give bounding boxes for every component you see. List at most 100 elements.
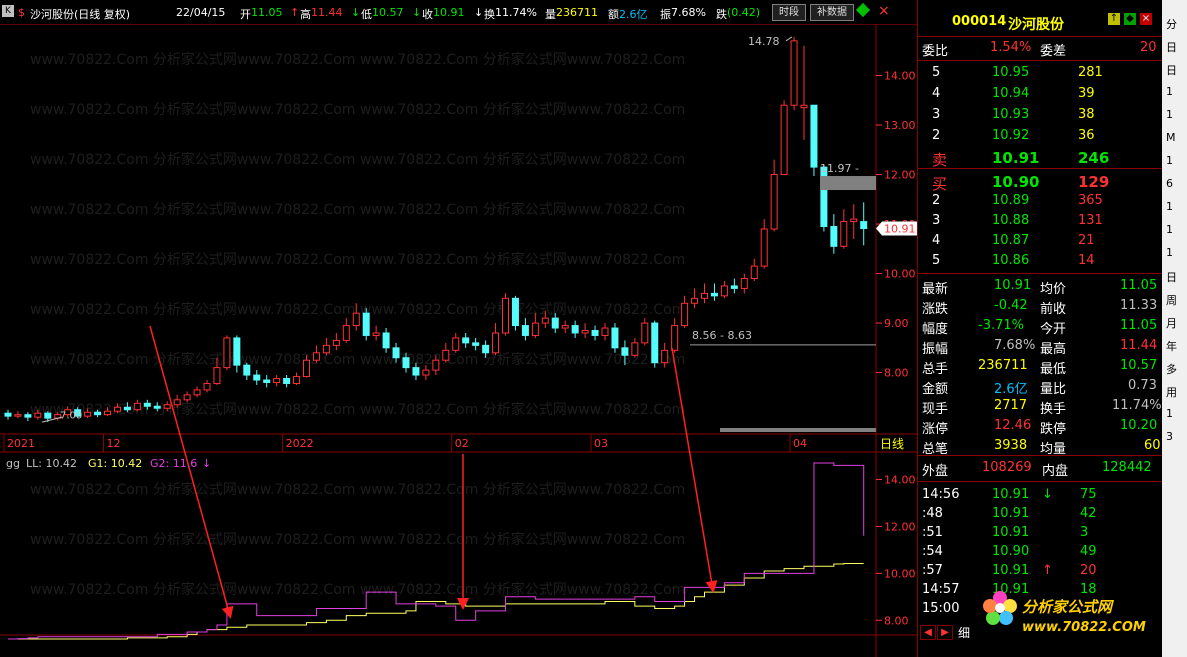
side-tab[interactable]: 多 — [1166, 361, 1177, 377]
kline-chart[interactable]: www.70822.Com 分析家公式网www.70822.Com www.70… — [0, 24, 917, 657]
candle-body — [551, 317, 559, 329]
logo-text: 分析家公式网 — [1022, 598, 1113, 616]
time-period-button[interactable]: 时段 — [772, 4, 806, 21]
side-tab[interactable]: 用 — [1166, 384, 1177, 400]
price-tick-label: 8.00 — [884, 367, 909, 380]
close-box-icon[interactable]: × — [1140, 13, 1152, 25]
candle-body — [750, 265, 758, 280]
stat-value: 10.91 — [994, 278, 1032, 293]
candle-body — [243, 364, 251, 376]
ask-level: 2 — [932, 128, 941, 143]
close-value: 10.91 — [433, 6, 465, 19]
weibi-row: 委比 1.54% 委差 20 — [918, 38, 1163, 59]
candle-body — [183, 394, 191, 401]
candle-body — [850, 218, 858, 223]
ask-level: 5 — [932, 65, 941, 80]
candle-body — [492, 332, 500, 354]
stat-value: 11.74% — [1112, 398, 1162, 413]
candle-body — [671, 325, 679, 351]
date-label: 2021 — [7, 437, 35, 450]
candle-body — [24, 414, 32, 418]
watermark-text: www.70822.Com 分析家公式网www.70822.Com www.70… — [30, 351, 685, 368]
stat-value: 10.57 — [1120, 358, 1158, 373]
candle-body — [392, 347, 400, 359]
stat-value: 11.33 — [1120, 298, 1158, 313]
stat-label: 最新 — [922, 282, 949, 297]
amount-value: 2.6亿 — [619, 8, 648, 21]
stat-value: 3938 — [994, 438, 1028, 453]
side-tab[interactable]: 3 — [1166, 430, 1173, 443]
side-tab[interactable]: 1 — [1166, 246, 1173, 259]
weibi-label: 委比 — [922, 44, 949, 59]
candle-body — [352, 312, 360, 327]
side-tab[interactable]: 1 — [1166, 154, 1173, 167]
stat-label: 涨跌 — [922, 302, 949, 317]
candle-body — [94, 411, 102, 416]
change-label: 跌 — [716, 8, 727, 21]
side-tab[interactable]: M — [1166, 131, 1176, 144]
side-tab-strip[interactable]: 分日日11M16111日周月年多用13 — [1162, 0, 1187, 657]
tick-time: :57 — [922, 563, 943, 578]
side-tab[interactable]: 6 — [1166, 177, 1173, 190]
range-marker — [720, 428, 876, 432]
side-tab[interactable]: 1 — [1166, 200, 1173, 213]
indicator-tick-label: 12.00 — [884, 520, 916, 533]
stat-value: 0.73 — [1128, 378, 1157, 393]
side-tab[interactable]: 日 — [1166, 269, 1177, 285]
candle-body — [193, 389, 201, 396]
close-icon[interactable]: × — [878, 3, 890, 19]
stat-label: 振幅 — [922, 342, 949, 357]
bid-volume: 129 — [1078, 173, 1110, 191]
ask-price: 10.92 — [992, 128, 1030, 143]
candle-body — [173, 399, 181, 406]
candle-body — [342, 325, 350, 341]
green-diamond-icon[interactable] — [855, 2, 871, 18]
stock-code: 000014 — [952, 14, 1007, 29]
candle-body — [521, 325, 529, 336]
detail-tab[interactable]: 细 — [958, 624, 970, 641]
diamond-box-icon[interactable]: ◆ — [1124, 13, 1136, 25]
up-box-icon[interactable]: ↑ — [1108, 13, 1120, 25]
side-tab[interactable]: 周 — [1166, 292, 1177, 308]
side-tab[interactable]: 1 — [1166, 223, 1173, 236]
side-tab[interactable]: 年 — [1166, 338, 1177, 354]
candle-body — [810, 104, 818, 168]
neipan-label: 内盘 — [1042, 464, 1069, 479]
side-tab[interactable]: 1 — [1166, 108, 1173, 121]
stat-label: 跌停 — [1040, 422, 1067, 437]
candle-body — [800, 104, 808, 109]
stat-label: 幅度 — [922, 322, 949, 337]
supplement-data-button[interactable]: 补数据 — [810, 4, 854, 21]
stat-row: 现手 2717 换手 11.74% — [918, 396, 1163, 417]
side-tab[interactable]: 月 — [1166, 315, 1177, 331]
candle-body — [273, 378, 281, 383]
side-tab[interactable]: 日 — [1166, 62, 1177, 78]
ask-price: 10.95 — [992, 65, 1030, 80]
candle-body — [691, 297, 699, 304]
amplitude-value: 7.68% — [671, 6, 706, 19]
support-label: 8.56 - 8.63 — [692, 329, 752, 342]
prev-page-icon[interactable]: ◀ — [920, 625, 936, 640]
bid-volume: 131 — [1078, 213, 1103, 228]
side-tab[interactable]: 1 — [1166, 85, 1173, 98]
side-tab[interactable]: 日 — [1166, 39, 1177, 55]
ask-level: 4 — [932, 86, 941, 101]
flower-logo — [980, 588, 1020, 628]
up-arrow-icon: ↑ — [290, 6, 300, 19]
stat-row: 振幅 7.68% 最高 11.44 — [918, 336, 1163, 357]
stock-name: 沙河股份 — [1008, 17, 1064, 33]
candle-body — [153, 405, 161, 409]
candle-body — [362, 312, 370, 336]
side-tab[interactable]: 1 — [1166, 407, 1173, 420]
stat-label: 金额 — [922, 382, 949, 397]
side-tab[interactable]: 分 — [1166, 16, 1177, 32]
ask-row: 2 10.92 36 — [918, 126, 1163, 146]
date-label: 02 — [455, 437, 469, 450]
candle-body — [412, 367, 420, 376]
next-page-icon[interactable]: ▶ — [937, 625, 953, 640]
ask-volume: 246 — [1078, 149, 1110, 167]
candle-body — [681, 302, 689, 327]
period-badge[interactable]: K — [2, 5, 14, 17]
indicator-axis: 8.00 10.00 12.00 14.00 — [876, 473, 916, 627]
ask-volume: 39 — [1078, 86, 1095, 101]
